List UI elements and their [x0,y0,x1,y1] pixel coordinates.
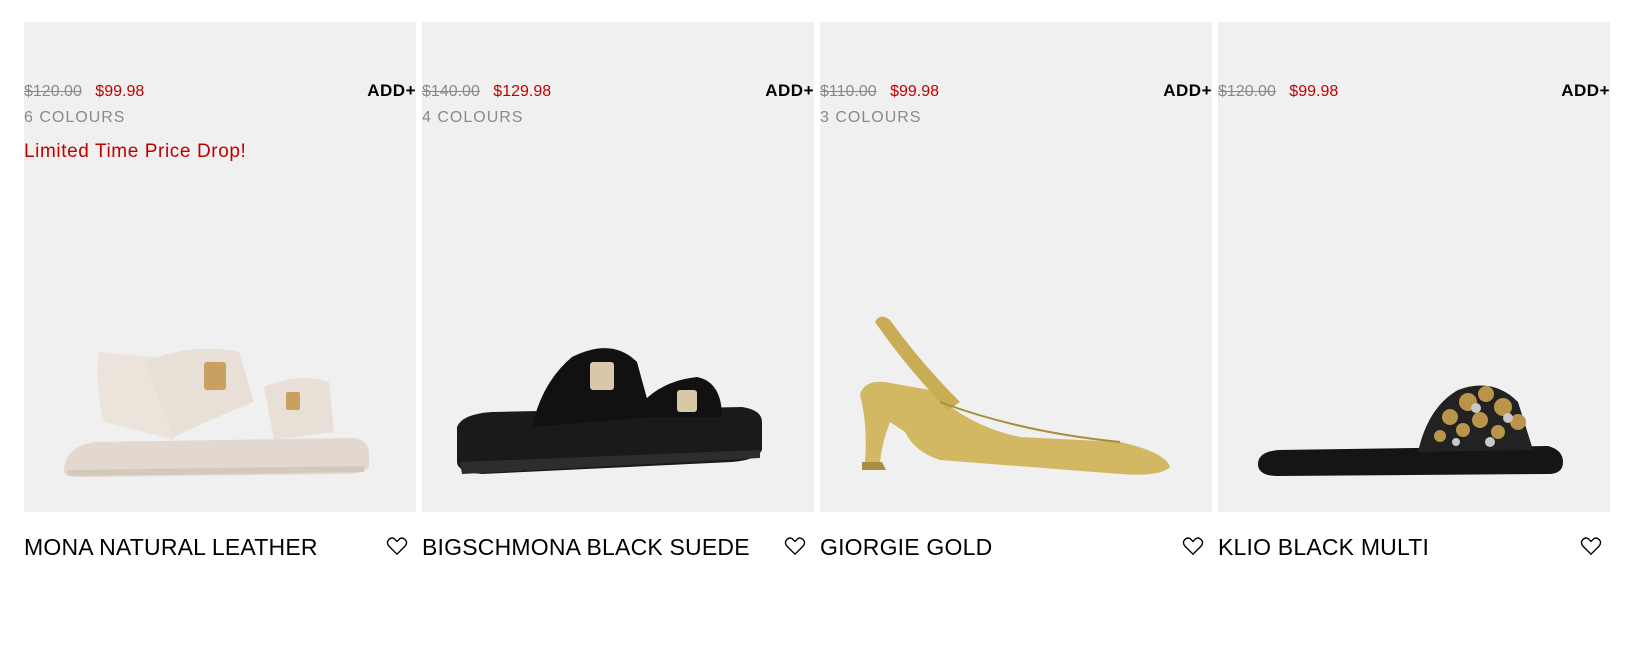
product-card: GIORGIE GOLD ADD+ $110.00 $99.98 3 COLOU… [820,22,1212,560]
heart-icon[interactable] [784,536,806,556]
sale-price: $99.98 [1289,83,1339,100]
product-card: BIGSCHMONA BLACK SUEDE ADD+ $140.00 $129… [422,22,814,560]
heart-icon[interactable] [1182,536,1204,556]
sale-price: $99.98 [890,83,940,100]
heart-icon[interactable] [386,536,408,556]
original-price: $120.00 [1218,83,1276,100]
promo-label: Limited Time Price Drop! [24,141,247,162]
original-price: $120.00 [24,83,82,100]
price: $120.00 $99.98 [1218,83,1338,101]
product-title[interactable]: MONA NATURAL LEATHER [24,534,318,561]
price: $140.00 $129.98 [422,83,551,101]
original-price: $140.00 [422,83,480,100]
product-title[interactable]: GIORGIE GOLD [820,534,992,561]
product-grid: MONA NATURAL LEATHER ADD+ $120.00 $99.98… [24,22,1610,560]
sale-price: $99.98 [95,83,145,100]
product-card: KLIO BLACK MULTI ADD+ $120.00 $99.98 [1218,22,1610,560]
price: $110.00 $99.98 [820,83,939,101]
add-to-cart-button[interactable]: ADD+ [765,81,814,101]
add-to-cart-button[interactable]: ADD+ [1561,81,1610,101]
original-price: $110.00 [820,83,877,100]
add-to-cart-button[interactable]: ADD+ [1163,81,1212,101]
product-card: MONA NATURAL LEATHER ADD+ $120.00 $99.98… [24,22,416,560]
product-title[interactable]: BIGSCHMONA BLACK SUEDE [422,534,750,561]
colour-count[interactable]: 3 COLOURS [820,109,921,127]
sale-price: $129.98 [493,83,552,100]
colour-count[interactable]: 4 COLOURS [422,109,523,127]
add-to-cart-button[interactable]: ADD+ [367,81,416,101]
product-title[interactable]: KLIO BLACK MULTI [1218,534,1429,561]
colour-count[interactable]: 6 COLOURS [24,109,125,127]
price: $120.00 $99.98 [24,83,144,101]
heart-icon[interactable] [1580,536,1602,556]
